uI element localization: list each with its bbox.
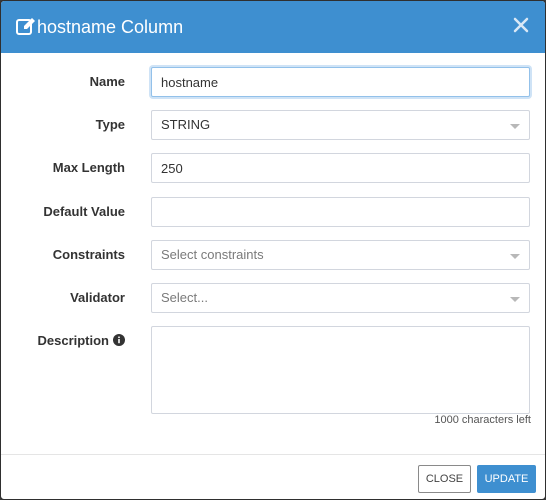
constraints-label: Constraints — [52, 247, 125, 262]
column-edit-dialog: hostname Column Name Type STRING Max Len… — [0, 0, 546, 500]
chevron-down-icon — [510, 254, 520, 259]
description-textarea[interactable] — [151, 326, 530, 414]
type-select[interactable]: STRING — [151, 110, 530, 140]
dialog-body: Name Type STRING Max Length Default Valu… — [1, 53, 545, 453]
dialog-header: hostname Column — [1, 1, 545, 53]
default-value-label: Default Value — [43, 204, 125, 219]
dialog-title: hostname Column — [37, 17, 184, 37]
max-length-label: Max Length — [52, 160, 125, 175]
type-selected-value: STRING — [161, 117, 211, 132]
dialog-footer: CLOSE UPDATE — [1, 454, 545, 499]
constraints-placeholder: Select constraints — [161, 247, 264, 262]
close-button[interactable]: CLOSE — [418, 465, 471, 493]
name-label: Name — [89, 74, 125, 89]
validator-placeholder: Select... — [161, 290, 208, 305]
update-button[interactable]: UPDATE — [477, 465, 536, 493]
description-char-counter: 1000 characters left — [434, 414, 531, 426]
info-icon[interactable] — [113, 334, 125, 346]
chevron-down-icon — [510, 297, 520, 302]
description-label: Description — [37, 333, 109, 348]
chevron-down-icon — [510, 124, 520, 129]
validator-select[interactable]: Select... — [151, 283, 530, 313]
edit-icon — [16, 18, 35, 35]
close-icon[interactable] — [509, 13, 533, 37]
constraints-select[interactable]: Select constraints — [151, 240, 530, 270]
name-input[interactable] — [151, 67, 530, 97]
type-label: Type — [95, 117, 125, 132]
description-label-row: Description — [1, 326, 125, 356]
validator-label: Validator — [70, 290, 125, 305]
default-value-input[interactable] — [151, 197, 530, 227]
max-length-input[interactable] — [151, 153, 530, 183]
